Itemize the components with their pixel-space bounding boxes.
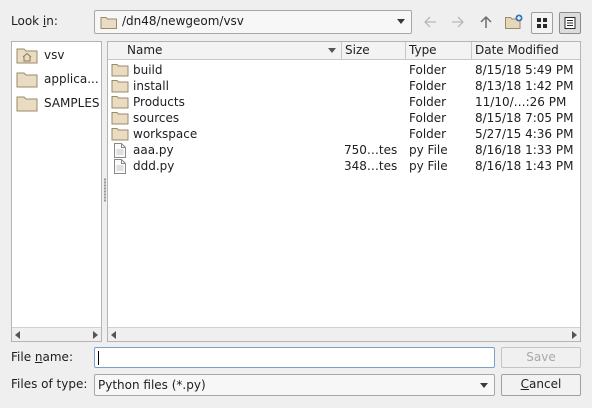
file-size-cell: 750…tes <box>344 143 398 157</box>
look-in-path: /dn48/newgeom/vsv <box>122 14 244 28</box>
folder-icon <box>111 64 129 77</box>
file-date-cell: 8/16/18 1:43 PM <box>475 159 574 173</box>
text-caret <box>98 351 99 365</box>
file-list: Name Size Type Date Modified build Folde… <box>107 41 581 342</box>
file-type-label: Files of type: <box>11 377 88 391</box>
scroll-right-icon[interactable] <box>93 331 98 339</box>
look-in-combo[interactable]: /dn48/newgeom/vsv <box>94 10 412 34</box>
file-date-cell: 11/10/…:26 PM <box>475 95 567 109</box>
file-name-cell: aaa.py <box>133 143 174 157</box>
parent-directory-icon <box>480 15 492 28</box>
file-list-horizontal-scrollbar[interactable] <box>108 327 580 341</box>
column-header-size[interactable]: Size <box>342 42 406 60</box>
table-row[interactable]: ddd.py 348…tes py File 8/16/18 1:43 PM <box>108 158 580 174</box>
table-row[interactable]: build Folder 8/15/18 5:49 PM <box>108 62 580 78</box>
sidebar-item-vsv[interactable]: vsv <box>16 43 106 67</box>
sidebar-item-samples[interactable]: SAMPLES <box>16 91 106 115</box>
file-name-input[interactable] <box>94 347 495 368</box>
folder-icon <box>111 128 129 141</box>
save-button[interactable]: Save <box>501 347 581 368</box>
file-type-cell: Folder <box>409 127 447 141</box>
new-folder-icon <box>505 14 523 29</box>
chevron-down-icon[interactable] <box>397 19 405 24</box>
file-name-cell: sources <box>133 111 180 125</box>
file-date-cell: 5/27/15 4:36 PM <box>475 127 574 141</box>
splitter-handle[interactable] <box>104 178 106 202</box>
detail-view-button[interactable] <box>559 12 581 34</box>
back-button[interactable] <box>419 11 441 33</box>
folder-icon <box>16 72 38 88</box>
forward-button[interactable] <box>447 11 469 33</box>
file-type-value: Python files (*.py) <box>98 378 206 392</box>
file-type-cell: Folder <box>409 63 447 77</box>
folder-icon <box>111 80 129 93</box>
file-icon <box>114 159 126 174</box>
file-type-cell: py File <box>409 159 448 173</box>
scroll-left-icon[interactable] <box>15 331 20 339</box>
chevron-down-icon[interactable] <box>480 383 488 388</box>
table-row[interactable]: aaa.py 750…tes py File 8/16/18 1:33 PM <box>108 142 580 158</box>
sidebar-horizontal-scrollbar[interactable] <box>12 327 101 341</box>
file-name-label: File name: <box>11 350 73 364</box>
file-name-cell: ddd.py <box>133 159 175 173</box>
column-header-name[interactable]: Name <box>108 42 342 60</box>
cancel-button[interactable]: Cancel <box>501 374 581 396</box>
file-name-cell: build <box>133 63 163 77</box>
sidebar: vsv applica... SAMPLES <box>11 41 102 342</box>
folder-icon <box>16 96 38 112</box>
new-folder-button[interactable] <box>503 11 525 33</box>
detail-view-icon <box>564 17 576 29</box>
parent-directory-button[interactable] <box>475 11 497 33</box>
file-type-cell: Folder <box>409 95 447 109</box>
file-name-cell: workspace <box>133 127 198 141</box>
icon-view-button[interactable] <box>531 12 553 34</box>
column-header-date-modified[interactable]: Date Modified <box>472 42 580 60</box>
table-row[interactable]: Products Folder 11/10/…:26 PM <box>108 94 580 110</box>
look-in-label: Look in: <box>11 14 58 28</box>
sidebar-item-applica[interactable]: applica... <box>16 67 106 91</box>
file-date-cell: 8/15/18 7:05 PM <box>475 111 574 125</box>
file-size-cell: 348…tes <box>344 159 398 173</box>
sidebar-item-label: applica... <box>44 72 99 86</box>
scroll-left-icon[interactable] <box>111 331 116 339</box>
file-type-cell: py File <box>409 143 448 157</box>
icon-view-icon <box>537 18 547 28</box>
folder-icon <box>100 17 117 29</box>
table-row[interactable]: sources Folder 8/15/18 7:05 PM <box>108 110 580 126</box>
table-row[interactable]: install Folder 8/13/18 1:42 PM <box>108 78 580 94</box>
file-name-cell: Products <box>133 95 185 109</box>
scroll-right-icon[interactable] <box>572 331 577 339</box>
file-date-cell: 8/13/18 1:42 PM <box>475 79 574 93</box>
column-header-type[interactable]: Type <box>406 42 472 60</box>
file-icon <box>114 143 126 158</box>
folder-icon <box>111 112 129 125</box>
forward-icon <box>452 16 464 28</box>
sidebar-item-label: vsv <box>44 48 65 62</box>
home-folder-icon <box>16 48 38 64</box>
file-type-cell: Folder <box>409 79 447 93</box>
file-date-cell: 8/16/18 1:33 PM <box>475 143 574 157</box>
file-date-cell: 8/15/18 5:49 PM <box>475 63 574 77</box>
folder-icon <box>111 96 129 109</box>
file-name-cell: install <box>133 79 169 93</box>
table-row[interactable]: workspace Folder 5/27/15 4:36 PM <box>108 126 580 142</box>
sort-descending-icon <box>328 48 336 53</box>
file-type-cell: Folder <box>409 111 447 125</box>
back-icon <box>424 16 436 28</box>
sidebar-item-label: SAMPLES <box>44 96 100 110</box>
file-type-combo[interactable]: Python files (*.py) <box>94 374 495 396</box>
